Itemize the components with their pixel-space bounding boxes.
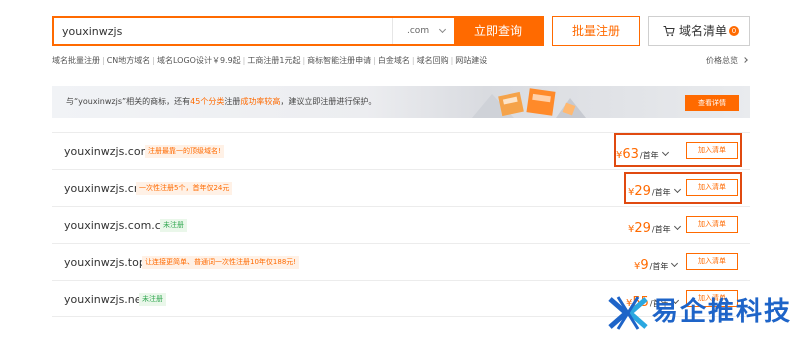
- suffix-select[interactable]: .com: [392, 18, 454, 44]
- add-to-cart-button[interactable]: 加入清单: [686, 253, 738, 270]
- divider: |: [152, 56, 155, 65]
- banner-text-part: 与“youxinwzjs”相关的商标，还有: [66, 97, 191, 106]
- banner-highlight: 成功率较高: [240, 97, 281, 106]
- cart-icon: [663, 26, 675, 37]
- cart-label: 域名清单: [679, 24, 728, 38]
- search-input[interactable]: [62, 21, 382, 41]
- result-row: youxinwzjs.top 让连接更简单、普通词一次性注册10年仅188元! …: [52, 243, 750, 280]
- price-overview-link[interactable]: 价格总览: [706, 55, 748, 66]
- nav-link[interactable]: 网站建设: [455, 56, 487, 65]
- chevron-down-icon: [438, 25, 447, 34]
- price-highlight-box: [614, 133, 742, 167]
- price-value: 9: [640, 258, 649, 273]
- nav-links: 域名批量注册 | CN地方域名 | 域名LOGO设计￥9.9起 | 工商注册1元起 | 商标智能…: [52, 55, 487, 66]
- price-highlight-box: [624, 172, 742, 204]
- domain-name[interactable]: youxinwzjs.net: [64, 293, 146, 306]
- divider: |: [411, 56, 415, 65]
- divider: |: [373, 56, 376, 65]
- result-row: youxinwzjs.com.cn 未注册 ¥29/首年 加入清单: [52, 206, 750, 243]
- divider: |: [102, 56, 105, 65]
- domain-name[interactable]: youxinwzjs.cn: [64, 182, 141, 195]
- domain-name[interactable]: youxinwzjs.top: [64, 256, 146, 269]
- divider: |: [302, 56, 306, 65]
- banner-illustration: [472, 88, 586, 118]
- chevron-down-icon: [671, 259, 679, 268]
- divider: |: [450, 56, 454, 65]
- watermark-logo-icon: [608, 296, 648, 330]
- chevron-down-icon: [673, 222, 681, 231]
- nav-link[interactable]: 域名批量注册: [52, 56, 100, 65]
- watermark-text: 易企推科技: [652, 297, 793, 327]
- promo-tag: 一次性注册5个，首年仅24元: [136, 182, 233, 195]
- suffix-value: .com: [407, 26, 430, 36]
- nav-link[interactable]: CN地方域名: [107, 56, 151, 65]
- domain-name[interactable]: youxinwzjs.com: [64, 145, 151, 158]
- cart-count-badge: 0: [729, 26, 739, 36]
- price-period: /首年: [651, 225, 671, 234]
- price[interactable]: ¥29/首年: [628, 217, 681, 236]
- nav-link[interactable]: 工商注册1元起: [247, 56, 300, 65]
- domain-name[interactable]: youxinwzjs.com.cn: [64, 219, 168, 232]
- nav-link[interactable]: 域名LOGO设计￥9.9起: [157, 56, 241, 65]
- price-period: /首年: [649, 262, 669, 271]
- chevron-right-icon: [742, 57, 748, 63]
- status-tag: 未注册: [139, 293, 166, 306]
- nav-link[interactable]: 域名回购: [417, 56, 449, 65]
- price[interactable]: ¥9/首年: [634, 254, 679, 273]
- banner-text-part: ，建议立即注册进行保护。: [280, 97, 377, 106]
- banner-highlight: 45个分类: [190, 97, 225, 106]
- search-button[interactable]: 立即查询: [454, 18, 542, 44]
- promo-tag: 注册最靠一的顶级域名!: [145, 145, 224, 158]
- status-tag: 未注册: [160, 219, 187, 232]
- add-to-cart-button[interactable]: 加入清单: [686, 216, 738, 233]
- price-value: 29: [634, 221, 651, 236]
- bulk-register-button[interactable]: 批量注册: [552, 16, 640, 46]
- price-overview-label: 价格总览: [706, 56, 738, 65]
- divider: |: [242, 56, 246, 65]
- nav-link[interactable]: 白金域名: [378, 56, 410, 65]
- domain-cart-button[interactable]: 域名清单 0: [648, 16, 750, 46]
- search-box: .com 立即查询: [52, 16, 544, 46]
- trademark-banner: 与“youxinwzjs”相关的商标，还有45个分类注册成功率较高，建议立即注册…: [52, 86, 750, 118]
- nav-link[interactable]: 商标智能注册申请: [307, 56, 371, 65]
- banner-text-part: 注册: [224, 97, 241, 106]
- promo-tag: 让连接更简单、普通词一次性注册10年仅188元!: [142, 256, 300, 269]
- banner-text: 与“youxinwzjs”相关的商标，还有45个分类注册成功率较高，建议立即注册…: [66, 96, 376, 107]
- view-details-button[interactable]: 查看详情: [685, 95, 739, 111]
